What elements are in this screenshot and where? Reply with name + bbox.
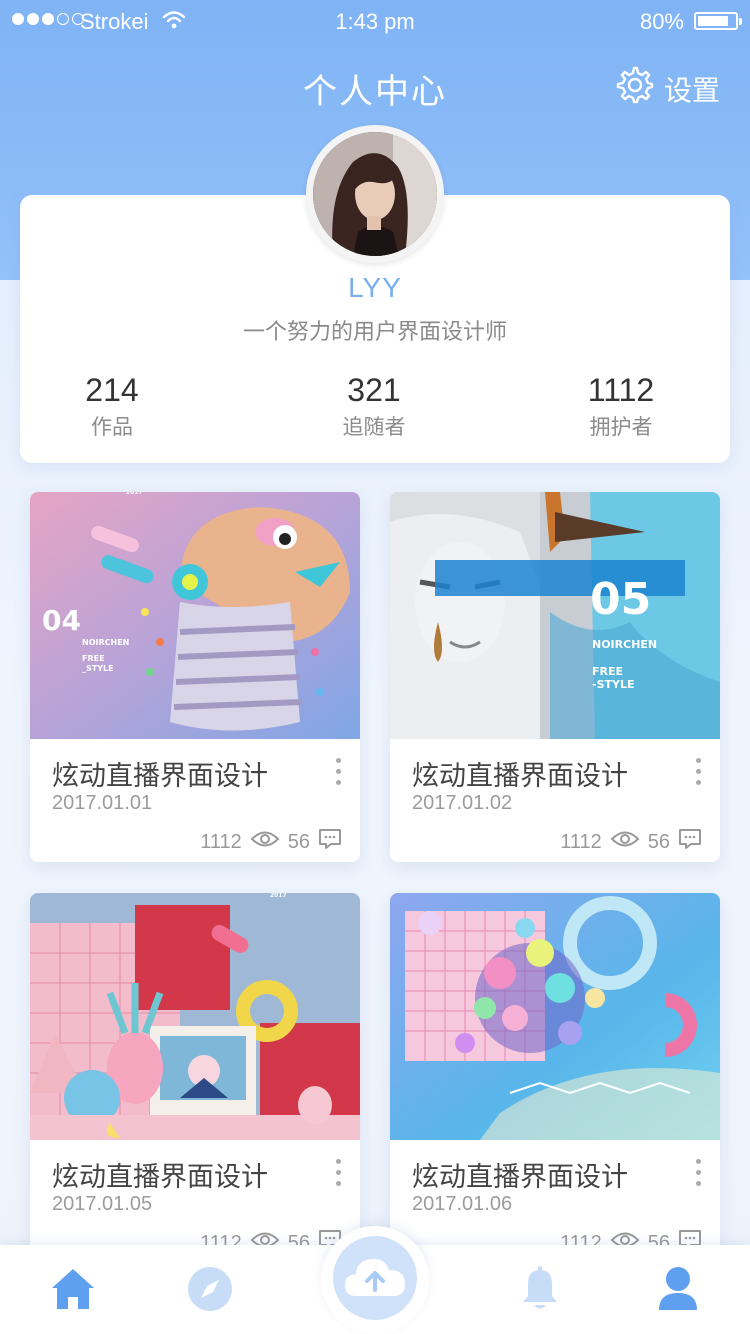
stat-label: 拥护者 <box>589 416 653 439</box>
eye-icon <box>610 830 640 854</box>
comment-icon <box>318 828 342 856</box>
thumb-brand: NOIRCHEN <box>82 638 130 647</box>
user-icon <box>657 1266 699 1317</box>
view-count: 1112 <box>560 830 602 853</box>
post-card[interactable]: 05 NOIRCHEN FREE -STYLE 炫动直播界面设计 2017.01… <box>390 492 720 862</box>
thumb-tag: _STYLE <box>82 664 114 673</box>
post-title: 炫动直播界面设计 <box>52 761 268 791</box>
settings-label: 设置 <box>663 74 720 106</box>
bell-icon <box>519 1265 561 1317</box>
post-thumbnail: 2017 <box>30 893 360 1140</box>
post-meta: 1112 56 <box>200 828 342 856</box>
stat-works[interactable]: 214 作品 <box>32 372 192 441</box>
avatar[interactable] <box>306 125 444 263</box>
post-card[interactable]: 炫动直播界面设计 2017.01.06 1112 56 <box>390 893 720 1263</box>
tab-notifications[interactable] <box>512 1263 568 1319</box>
battery-icon <box>694 12 742 30</box>
stat-label: 追随者 <box>342 416 406 439</box>
post-thumbnail: 04 NOIRCHEN FREE _STYLE 2017 <box>30 492 360 739</box>
user-bio: 一个努力的用户界面设计师 <box>242 319 507 344</box>
view-count: 1112 <box>200 830 242 853</box>
post-card[interactable]: 2017 炫动直播界面设计 2017.01.05 1112 56 <box>30 893 360 1263</box>
thumb-brand: NOIRCHEN <box>592 638 658 651</box>
stat-value: 321 <box>347 372 401 408</box>
stat-followers[interactable]: 321 追随者 <box>294 372 454 441</box>
comment-icon <box>678 828 702 856</box>
more-options-icon[interactable] <box>334 1159 342 1186</box>
post-date: 2017.01.01 <box>52 792 153 814</box>
thumb-tag: FREE <box>82 654 105 663</box>
thumb-year: 2017 <box>126 492 143 496</box>
more-options-icon[interactable] <box>694 1159 702 1186</box>
tab-profile[interactable] <box>650 1263 706 1319</box>
upload-button[interactable] <box>333 1236 417 1320</box>
post-thumbnail: 05 NOIRCHEN FREE -STYLE <box>390 492 720 739</box>
thumb-number: 04 <box>42 604 81 637</box>
more-options-icon[interactable] <box>334 758 342 785</box>
comment-count: 56 <box>647 830 670 853</box>
post-title: 炫动直播界面设计 <box>412 1162 628 1192</box>
post-date: 2017.01.06 <box>412 1193 513 1215</box>
stat-label: 作品 <box>91 416 133 439</box>
gear-icon <box>616 66 654 111</box>
clock: 1:43 pm <box>335 9 415 34</box>
tab-discover[interactable] <box>182 1263 238 1319</box>
tab-home[interactable] <box>45 1263 101 1319</box>
thumb-year: 2017 <box>270 893 287 899</box>
home-icon <box>50 1267 96 1316</box>
post-thumbnail <box>390 893 720 1140</box>
thumb-tag: -STYLE <box>592 678 635 691</box>
post-title: 炫动直播界面设计 <box>52 1162 268 1192</box>
eye-icon <box>250 830 280 854</box>
stat-value: 214 <box>85 372 139 408</box>
post-card[interactable]: 04 NOIRCHEN FREE _STYLE 2017 炫动直播界面设计 20… <box>30 492 360 862</box>
thumb-number: 05 <box>590 574 652 625</box>
more-options-icon[interactable] <box>694 758 702 785</box>
post-title: 炫动直播界面设计 <box>412 761 628 791</box>
compass-icon <box>187 1266 233 1317</box>
stat-value: 1112 <box>587 372 655 408</box>
stat-supporters[interactable]: 1112 拥护者 <box>541 372 701 441</box>
thumb-tag: FREE <box>592 665 624 678</box>
post-date: 2017.01.02 <box>412 792 513 814</box>
avatar-image <box>313 132 437 256</box>
upload-cloud-icon <box>343 1254 407 1303</box>
settings-button[interactable]: 设置 <box>616 66 720 111</box>
comment-count: 56 <box>287 830 310 853</box>
post-meta: 1112 56 <box>560 828 702 856</box>
status-bar: Strokei 1:43 pm 80% <box>0 0 750 40</box>
battery-percentage: 80% <box>639 9 684 34</box>
username: LYY <box>348 272 402 303</box>
post-date: 2017.01.05 <box>52 1193 153 1215</box>
